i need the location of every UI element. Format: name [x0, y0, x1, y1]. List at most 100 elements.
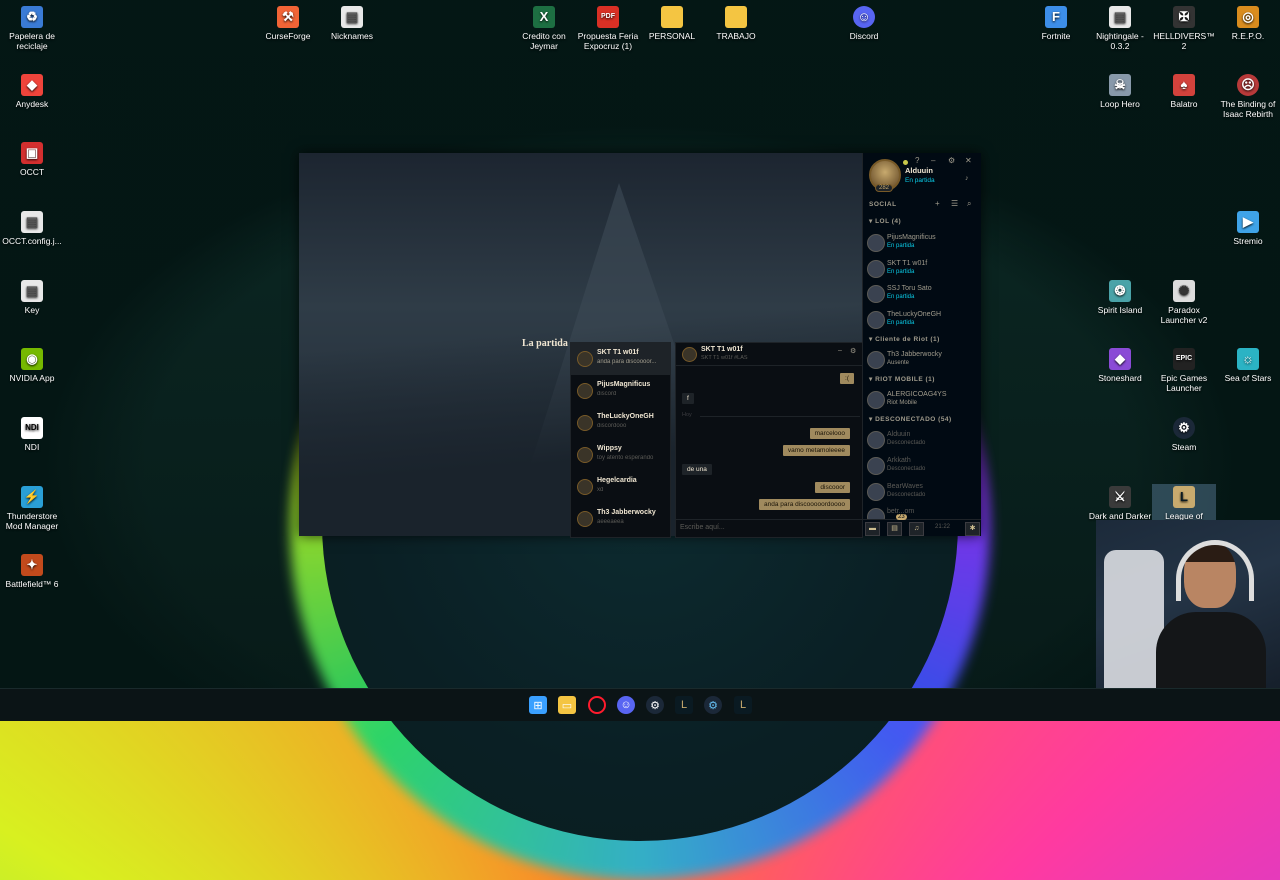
desktop-icon-stoneshard[interactable]: ◆ Stoneshard [1088, 348, 1152, 383]
desktop-icon-propuesta[interactable]: PDF Propuesta Feria Expocruz (1) [576, 6, 640, 51]
desktop-icon-stremio[interactable]: ▶ Stremio [1216, 211, 1280, 246]
chat-input-placeholder: Escribe aquí... [680, 524, 725, 531]
desktop-icon-sea-of-stars[interactable]: ☼ Sea of Stars [1216, 348, 1280, 383]
friend-item[interactable]: SKT T1 w01f En partida [865, 257, 977, 281]
desktop-icon-dark-and-darker[interactable]: ⚔ Dark and Darker [1088, 486, 1152, 521]
windows-start-icon[interactable]: ⊞ [529, 696, 547, 714]
desktop-icon-league[interactable]: L League of [1152, 484, 1216, 521]
profile-status[interactable]: En partida [905, 177, 935, 184]
profile-name: Alduuin [905, 166, 933, 175]
desktop-icon-steam[interactable]: ⚙ Steam [1152, 417, 1216, 452]
folder-icon [725, 6, 747, 28]
steam-icon[interactable]: ⚙ [646, 696, 664, 714]
desktop-icon-nightingale[interactable]: ▤ Nightingale - 0.3.2 [1088, 6, 1152, 51]
minimize-icon[interactable]: – [838, 347, 842, 354]
desktop-icon-label: Stremio [1233, 236, 1263, 246]
file-explorer-icon[interactable]: ▭ [558, 696, 576, 714]
chat-message-sent: marcelooo [809, 428, 850, 439]
chat-list-item[interactable]: Wippsy toy atento esperando [571, 439, 670, 471]
bug-report-icon[interactable]: ✱ [965, 522, 980, 536]
chat-icon[interactable]: ▬ [865, 522, 880, 536]
league-client-icon[interactable]: L [734, 696, 752, 714]
minimize-icon[interactable]: – [931, 156, 935, 165]
friend-item[interactable]: Th3 Jabberwocky Ausente [865, 348, 977, 372]
desktop-icon-helldivers[interactable]: ✠ HELLDIVERS™ 2 [1152, 6, 1216, 51]
occt-icon: ▣ [21, 142, 43, 164]
settings-icon[interactable]: ⚙ [850, 347, 856, 355]
desktop-icon-paradox[interactable]: ✺ Paradox Launcher v2 [1152, 280, 1216, 325]
desktop-icon-thunderstore[interactable]: ⚡ Thunderstore Mod Manager [0, 486, 64, 531]
desktop-icon-isaac[interactable]: ☹ The Binding of Isaac Rebirth [1216, 74, 1280, 119]
desktop-icon-balatro[interactable]: ♠ Balatro [1152, 74, 1216, 109]
chat-list-item[interactable]: Hegelcardia xd [571, 471, 670, 503]
group-lol[interactable]: ▾ LOL (4) [869, 217, 901, 225]
friend-avatar [867, 457, 885, 475]
desktop-icon-loop-hero[interactable]: ☠ Loop Hero [1088, 74, 1152, 109]
level-badge: 282 [875, 184, 894, 192]
desktop-icon-personal[interactable]: PERSONAL [640, 6, 704, 41]
chat-list-item[interactable]: PijusMagnificus discord [571, 375, 670, 407]
desktop-icon-occt[interactable]: ▣ OCCT [0, 142, 64, 177]
desktop-icon-key[interactable]: ▤ Key [0, 280, 64, 315]
desktop-icon-credito[interactable]: X Credito con Jeymar [512, 6, 576, 51]
desktop-icon-nvidia[interactable]: ◉ NVIDIA App [0, 348, 64, 383]
chat-input[interactable]: Escribe aquí... [676, 519, 862, 537]
help-icon[interactable]: ? [915, 156, 919, 165]
chat-list-item[interactable]: Th3 Jabberwocky aeeeaeea [571, 503, 670, 535]
desktop-icon-occt-config[interactable]: ▤ OCCT.config.j... [0, 211, 64, 246]
friend-item[interactable]: TheLuckyOneGH En partida [865, 308, 977, 332]
league-client-icon[interactable]: L [675, 696, 693, 714]
desktop-icon-nicknames[interactable]: ▤ Nicknames [320, 6, 384, 41]
friend-item[interactable]: BearWaves Desconectado [865, 480, 977, 504]
discord-icon[interactable]: ☺ [617, 696, 635, 714]
desktop-icon-recycle-bin[interactable]: ♻ Papelera de reciclaje [0, 6, 64, 51]
desktop-icon-ndi[interactable]: NDI NDI [0, 417, 64, 452]
chat-list-item[interactable]: TheLuckyOneGH discordooo [571, 407, 670, 439]
file-icon: ▤ [1109, 6, 1131, 28]
chat-preview: aeeeaeea [597, 519, 624, 525]
notification-bell-icon[interactable]: ♪ [965, 175, 969, 182]
list-icon[interactable]: ☰ [951, 199, 958, 208]
desktop-icon-spirit-island[interactable]: ❂ Spirit Island [1088, 280, 1152, 315]
friend-item[interactable]: Alduuin Desconectado [865, 428, 977, 452]
friend-status: En partida [887, 320, 915, 326]
desktop-icon-label: Fortnite [1041, 31, 1071, 41]
microphone-icon[interactable]: ♫ [909, 522, 924, 536]
friend-item[interactable]: Arkkath Desconectado [865, 454, 977, 478]
friend-status: En partida [887, 243, 915, 249]
search-icon[interactable]: ⌕ [967, 199, 971, 209]
opera-icon[interactable] [588, 696, 606, 714]
desktop-icon-label: Epic Games Launcher [1160, 373, 1208, 393]
chat-message-sent: :( [840, 373, 854, 384]
desktop-icon-label: Steam [1171, 442, 1197, 452]
close-icon[interactable]: ✕ [965, 156, 972, 165]
helldivers-icon: ✠ [1173, 6, 1195, 28]
chat-list-item[interactable]: SKT T1 w01f anda para discoooor... [571, 343, 670, 375]
group-riot-client[interactable]: ▾ Cliente de Riot (1) [869, 335, 940, 343]
desktop-icon-label: Credito con Jeymar [522, 31, 566, 51]
desktop-icon-trabajo[interactable]: TRABAJO [704, 6, 768, 41]
group-offline[interactable]: ▾ DESCONECTADO (54) [869, 415, 952, 423]
friend-avatar [867, 431, 885, 449]
group-riot-mobile[interactable]: ▾ RIOT MOBILE (1) [869, 375, 935, 383]
friend-avatar [867, 260, 885, 278]
desktop-icon-discord[interactable]: ☺ Discord [832, 6, 896, 41]
desktop-icon-curseforge[interactable]: ⚒ CurseForge [256, 6, 320, 41]
profile-header[interactable]: 282 Alduuin En partida ? – ⚙ ✕ ♪ [863, 153, 981, 197]
desktop-icon-epic[interactable]: EPIC Epic Games Launcher [1152, 348, 1216, 393]
desktop-icon-battlefield[interactable]: ✦ Battlefield™ 6 [0, 554, 64, 589]
add-friend-icon[interactable]: + [935, 199, 940, 208]
friend-item[interactable]: PijusMagnificus En partida [865, 231, 977, 255]
friend-avatar [867, 311, 885, 329]
folder-icon [661, 6, 683, 28]
friend-item[interactable]: ALERGICOAG4YS Riot Mobile [865, 388, 977, 412]
desktop-icon-label: Propuesta Feria Expocruz (1) [577, 31, 639, 51]
desktop-icon-repo[interactable]: ◎ R.E.P.O. [1216, 6, 1280, 41]
desktop-icon-label: Spirit Island [1097, 305, 1143, 315]
steam-icon[interactable]: ⚙ [704, 696, 722, 714]
desktop-icon-fortnite[interactable]: F Fortnite [1024, 6, 1088, 41]
missions-icon[interactable]: ▤ [887, 522, 902, 536]
settings-icon[interactable]: ⚙ [948, 156, 955, 165]
desktop-icon-anydesk[interactable]: ◆ Anydesk [0, 74, 64, 109]
friend-item[interactable]: SSJ Toru Sato En partida [865, 282, 977, 306]
